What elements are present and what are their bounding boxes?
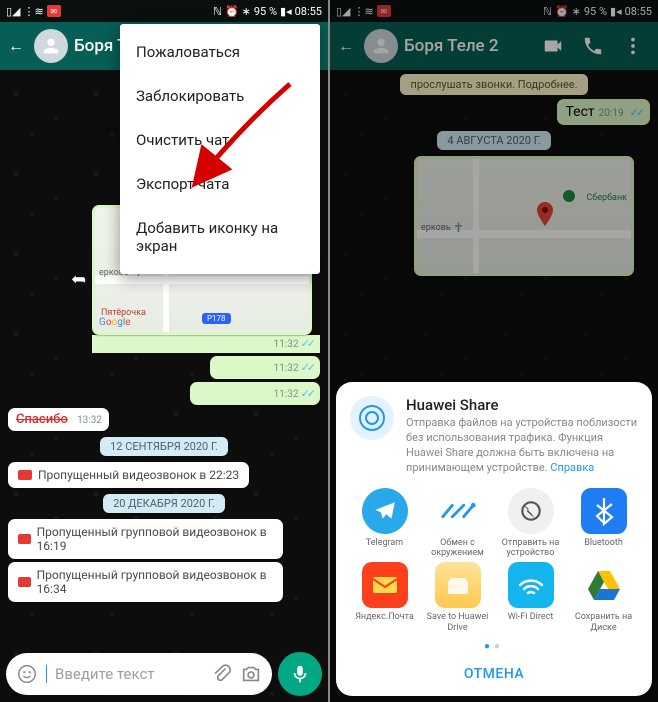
overflow-menu: Пожаловаться Заблокировать Очистить чат … [120,24,320,274]
share-send-device[interactable]: Отправить на устройство [496,488,565,559]
share-bluetooth[interactable]: Bluetooth [569,488,638,559]
input-placeholder: Введите текст [55,665,202,683]
menu-shortcut[interactable]: Добавить иконку на экран [120,206,320,268]
clock: 08:55 [295,5,322,18]
route-badge: P178 [202,313,231,324]
share-wifi-direct[interactable]: Wi-Fi Direct [496,562,565,633]
wifi-icon: ⋮≋ [24,5,44,18]
message-in[interactable]: Спасибо 13:32 [8,408,109,431]
read-ticks-icon: ✓✓ [301,337,313,350]
menu-export[interactable]: Экспорт чата [120,162,320,206]
attach-icon[interactable] [210,663,232,685]
battery-icon: ▮◂ [280,5,292,18]
emoji-icon[interactable] [16,663,38,685]
phone-left: ▯◢ ⋮≋ ✉ ℕ ⏰ ∗ 95 % ▮◂ 08:55 ← Боря Т про… [0,0,328,702]
message-out[interactable]: 11:32✓✓ [190,382,320,405]
status-bar: ▯◢ ⋮≋ ✉ ℕ ⏰ ∗ 95 % ▮◂ 08:55 [0,0,328,22]
help-link[interactable]: Справка [550,461,594,474]
page-indicator: ●● [350,641,638,652]
video-missed-icon [18,534,31,544]
video-missed-icon [18,577,31,587]
share-sheet: Huawei Share Отправка файлов на устройст… [336,382,652,696]
share-nearby[interactable]: Обмен с окружением [423,488,492,559]
message-input[interactable]: Введите текст [6,653,272,695]
forward-icon[interactable]: ➦ [71,269,86,290]
sheet-desc: Отправка файлов на устройства поблизости… [406,416,638,475]
missed-call[interactable]: Пропущенный групповой видеозвонок в 16:3… [8,562,283,602]
bluetooth-icon: ∗ [242,5,251,18]
share-huawei-drive[interactable]: Save to Huawei Drive [423,562,492,633]
google-logo: Google [99,317,131,328]
avatar[interactable] [34,29,68,63]
back-button[interactable]: ← [4,36,28,56]
missed-call[interactable]: Пропущенный групповой видеозвонок в 16:1… [8,519,283,559]
signal-icon: ▯◢ [6,5,21,18]
video-missed-icon [18,470,32,480]
battery-pct: 95 % [254,5,277,18]
phone-right: ▯◢ ⋮≋ ✉ ℕ ⏰ ∗ 95 % ▮◂ 08:55 ← Боря Теле … [330,0,658,702]
mic-button[interactable] [278,652,322,696]
missed-call[interactable]: Пропущенный видеозвонок в 22:23 [8,462,249,488]
cancel-button[interactable]: ОТМЕНА [350,656,638,686]
nfc-icon: ℕ [213,5,222,18]
mail-icon: ✉ [47,5,61,17]
message-out[interactable]: 11:32✓✓ [210,356,320,379]
sheet-title: Huawei Share [406,396,638,414]
huawei-share-icon [350,396,394,440]
alarm-icon: ⏰ [225,5,239,18]
share-yandex-mail[interactable]: Яндекс.Почта [350,562,419,633]
store-label: Пятёрочка [101,308,146,318]
camera-icon[interactable] [240,663,262,685]
menu-report[interactable]: Пожаловаться [120,30,320,74]
date-separator: 20 ДЕКАБРЯ 2020 Г. [103,494,225,513]
share-google-drive[interactable]: Сохранить на Диске [569,562,638,633]
menu-clear[interactable]: Очистить чат [120,118,320,162]
menu-block[interactable]: Заблокировать [120,74,320,118]
date-separator: 12 СЕНТЯБРЯ 2020 Г. [100,437,228,456]
share-telegram[interactable]: Telegram [350,488,419,559]
composer: Введите текст [6,652,322,696]
